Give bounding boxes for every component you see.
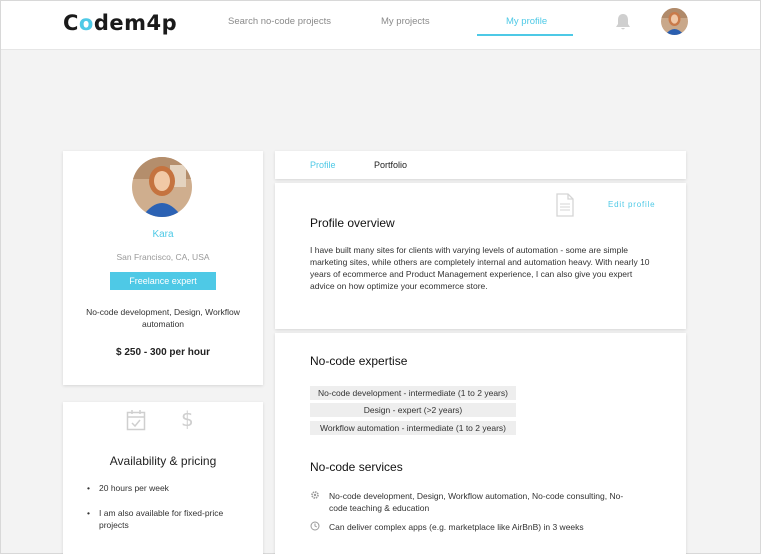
services-title: No-code services (310, 460, 403, 474)
tab-profile[interactable]: Profile (310, 160, 336, 170)
status-badge: Freelance expert (110, 272, 216, 290)
expertise-card: No-code expertise No-code development - … (275, 333, 686, 554)
availability-title: Availability & pricing (109, 454, 217, 468)
profile-photo (132, 157, 192, 217)
profile-summary-card: Kara San Francisco, CA, USA Freelance ex… (63, 151, 263, 385)
expertise-item: Workflow automation - intermediate (1 to… (310, 421, 516, 435)
profile-name: Kara (152, 229, 174, 240)
nav-my-projects[interactable]: My projects (381, 16, 430, 27)
service-text: Can deliver complex apps (e.g. marketpla… (329, 522, 584, 532)
overview-text: I have built many sites for clients with… (310, 245, 650, 291)
overview-title: Profile overview (310, 216, 395, 230)
profile-skills: No-code development, Design, Workflow au… (86, 307, 240, 329)
hourly-rate: $ 250 - 300 per hour (116, 347, 210, 358)
tab-portfolio[interactable]: Portfolio (374, 160, 407, 170)
list-item: 20 hours per week (87, 482, 237, 494)
clock-icon (310, 521, 320, 531)
availability-card: $ Availability & pricing 20 hours per we… (63, 402, 263, 554)
expertise-item: No-code development - intermediate (1 to… (310, 386, 516, 400)
service-item: No-code development, Design, Workflow au… (310, 490, 650, 516)
gear-icon (311, 491, 319, 499)
service-text: No-code development, Design, Workflow au… (329, 491, 624, 513)
top-navbar: Codem4p Search no-code projects My proje… (1, 1, 760, 50)
edit-profile-link[interactable]: Edit profile (608, 200, 655, 209)
expertise-item: Design - expert (>2 years) (310, 403, 516, 417)
user-avatar[interactable] (661, 8, 688, 35)
profile-tabs: Profile Portfolio (275, 151, 686, 179)
profile-location: San Francisco, CA, USA (116, 252, 210, 262)
list-item: I am also available for fixed-price proj… (87, 507, 237, 531)
profile-overview-card: Edit profile Profile overview I have bui… (275, 183, 686, 329)
active-nav-underline (477, 34, 573, 36)
logo[interactable]: Codem4p (63, 11, 177, 35)
bell-icon[interactable] (615, 13, 631, 31)
dollar-icon: $ (181, 407, 194, 431)
service-item: Can deliver complex apps (e.g. marketpla… (310, 521, 650, 535)
nav-search-projects[interactable]: Search no-code projects (228, 16, 331, 27)
expertise-title: No-code expertise (310, 354, 408, 368)
availability-list: 20 hours per week I am also available fo… (87, 482, 237, 544)
nav-my-profile[interactable]: My profile (506, 16, 547, 27)
calendar-check-icon (126, 410, 146, 431)
document-icon (556, 193, 574, 217)
